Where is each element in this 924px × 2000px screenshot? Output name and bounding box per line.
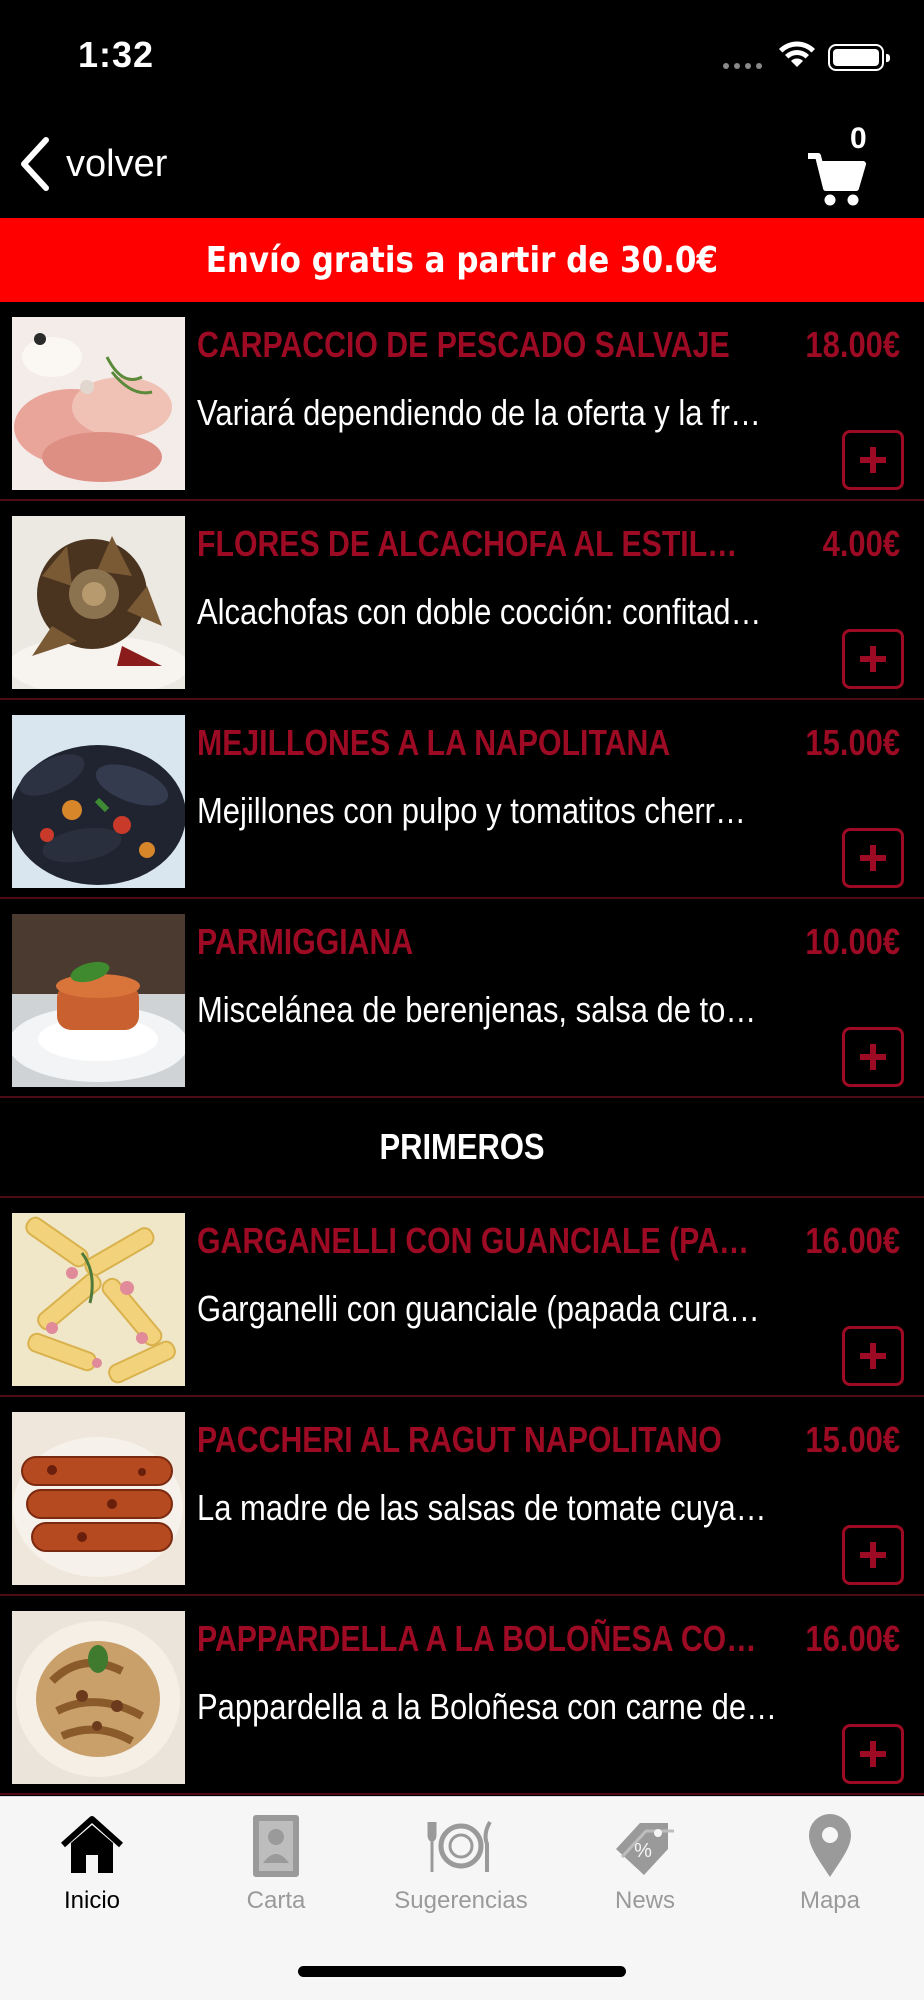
- item-price: 18.00€: [805, 324, 900, 365]
- item-name: CARPACCIO DE PESCADO SALVAJE: [197, 324, 730, 365]
- nav-bar: volver 0: [0, 110, 924, 218]
- dish-photo: [12, 1213, 185, 1386]
- item-name: PAPPARDELLA A LA BOLOÑESA CO…: [197, 1618, 757, 1659]
- item-description: Garganelli con guanciale (papada cura…: [197, 1288, 760, 1329]
- tab-sugerencias[interactable]: Sugerencias: [369, 1811, 553, 1921]
- plus-icon: [860, 1343, 886, 1369]
- tag-icon: %: [616, 1823, 674, 1875]
- menu-item[interactable]: PACCHERI AL RAGUT NAPOLITANO 15.00€ La m…: [0, 1397, 924, 1596]
- add-to-cart-button[interactable]: [842, 430, 904, 490]
- add-to-cart-button[interactable]: [842, 1326, 904, 1386]
- status-time: 1:32: [78, 34, 155, 75]
- tab-news[interactable]: % News: [553, 1811, 737, 1921]
- tab-label: News: [614, 1887, 675, 1914]
- home-indicator: [298, 1966, 626, 1977]
- dish-photo: [12, 715, 185, 888]
- item-price: 10.00€: [805, 921, 900, 962]
- svg-text:%: %: [634, 1840, 652, 1862]
- plus-icon: [860, 1542, 886, 1568]
- chevron-left-icon: [21, 137, 49, 191]
- plus-icon: [860, 646, 886, 672]
- plus-icon: [860, 447, 886, 473]
- menu-card-icon: [253, 1815, 299, 1877]
- menu-item[interactable]: CARPACCIO DE PESCADO SALVAJE 18.00€ Vari…: [0, 302, 924, 501]
- status-bar: 1:32: [0, 0, 924, 110]
- dish-photo: [12, 1611, 185, 1784]
- item-name: PACCHERI AL RAGUT NAPOLITANO: [197, 1419, 722, 1460]
- back-label: volver: [66, 142, 168, 185]
- plate-cutlery-icon: [427, 1820, 492, 1872]
- map-pin-icon: [809, 1814, 851, 1877]
- item-description: Alcachofas con doble cocción: confitad…: [197, 591, 762, 632]
- item-price: 16.00€: [805, 1220, 900, 1261]
- menu-item[interactable]: FLORES DE ALCACHOFA AL ESTILO… 4.00€ Alc…: [0, 501, 924, 700]
- menu-item[interactable]: PARMIGGIANA 10.00€ Miscelánea de berenje…: [0, 899, 924, 1098]
- menu-item[interactable]: GARGANELLI CON GUANCIALE (PA… 16.00€ Gar…: [0, 1198, 924, 1397]
- plus-icon: [860, 845, 886, 871]
- item-description: La madre de las salsas de tomate cuya…: [197, 1487, 767, 1528]
- item-description: Pappardella a la Boloñesa con carne de…: [197, 1686, 778, 1727]
- item-description: Miscelánea de berenjenas, salsa de to…: [197, 989, 757, 1030]
- add-to-cart-button[interactable]: [842, 1525, 904, 1585]
- cart-icon[interactable]: [806, 150, 866, 208]
- section-title: PRIMEROS: [379, 1126, 545, 1167]
- tab-mapa[interactable]: Mapa: [738, 1811, 922, 1921]
- add-to-cart-button[interactable]: [842, 828, 904, 888]
- plus-icon: [860, 1044, 886, 1070]
- item-price: 15.00€: [805, 722, 900, 763]
- add-to-cart-button[interactable]: [842, 629, 904, 689]
- dish-photo: [12, 317, 185, 490]
- free-shipping-text: Envío gratis a partir de 30.0€: [205, 239, 719, 281]
- item-name: MEJILLONES A LA NAPOLITANA: [197, 722, 671, 763]
- add-to-cart-button[interactable]: [842, 1027, 904, 1087]
- signal-icon: [723, 63, 762, 69]
- tab-label: Mapa: [799, 1887, 861, 1914]
- item-name: GARGANELLI CON GUANCIALE (PA…: [197, 1220, 750, 1261]
- menu-item[interactable]: PAPPARDELLA A LA BOLOÑESA CO… 16.00€ Pap…: [0, 1596, 924, 1795]
- item-name: PARMIGGIANA: [197, 921, 414, 962]
- item-description: Variará dependiendo de la oferta y la fr…: [197, 392, 761, 433]
- item-price: 15.00€: [805, 1419, 900, 1460]
- tab-inicio[interactable]: Inicio: [0, 1811, 184, 1921]
- tab-label: Carta: [246, 1887, 306, 1914]
- menu-item[interactable]: MEJILLONES A LA NAPOLITANA 15.00€ Mejill…: [0, 700, 924, 899]
- tab-label: Inicio: [63, 1887, 121, 1914]
- item-name: FLORES DE ALCACHOFA AL ESTILO…: [197, 523, 760, 564]
- add-to-cart-button[interactable]: [842, 1724, 904, 1784]
- plus-icon: [860, 1741, 886, 1767]
- dish-photo: [12, 516, 185, 689]
- item-description: Mejillones con pulpo y tomatitos cherr…: [197, 790, 746, 831]
- cart-count-badge: 0: [850, 122, 867, 155]
- item-price: 16.00€: [805, 1618, 900, 1659]
- section-header-primeros: PRIMEROS: [0, 1098, 924, 1198]
- home-icon: [60, 1816, 124, 1873]
- wifi-icon: [779, 41, 815, 67]
- battery-icon: [828, 44, 890, 71]
- menu-list: CARPACCIO DE PESCADO SALVAJE 18.00€ Vari…: [0, 302, 924, 1795]
- tab-carta[interactable]: Carta: [184, 1811, 368, 1921]
- dish-photo: [12, 914, 185, 1087]
- item-price: 4.00€: [822, 523, 900, 564]
- free-shipping-banner: Envío gratis a partir de 30.0€: [0, 218, 924, 302]
- dish-photo: [12, 1412, 185, 1585]
- tab-label: Sugerencias: [394, 1887, 528, 1914]
- back-button[interactable]: volver: [18, 134, 167, 194]
